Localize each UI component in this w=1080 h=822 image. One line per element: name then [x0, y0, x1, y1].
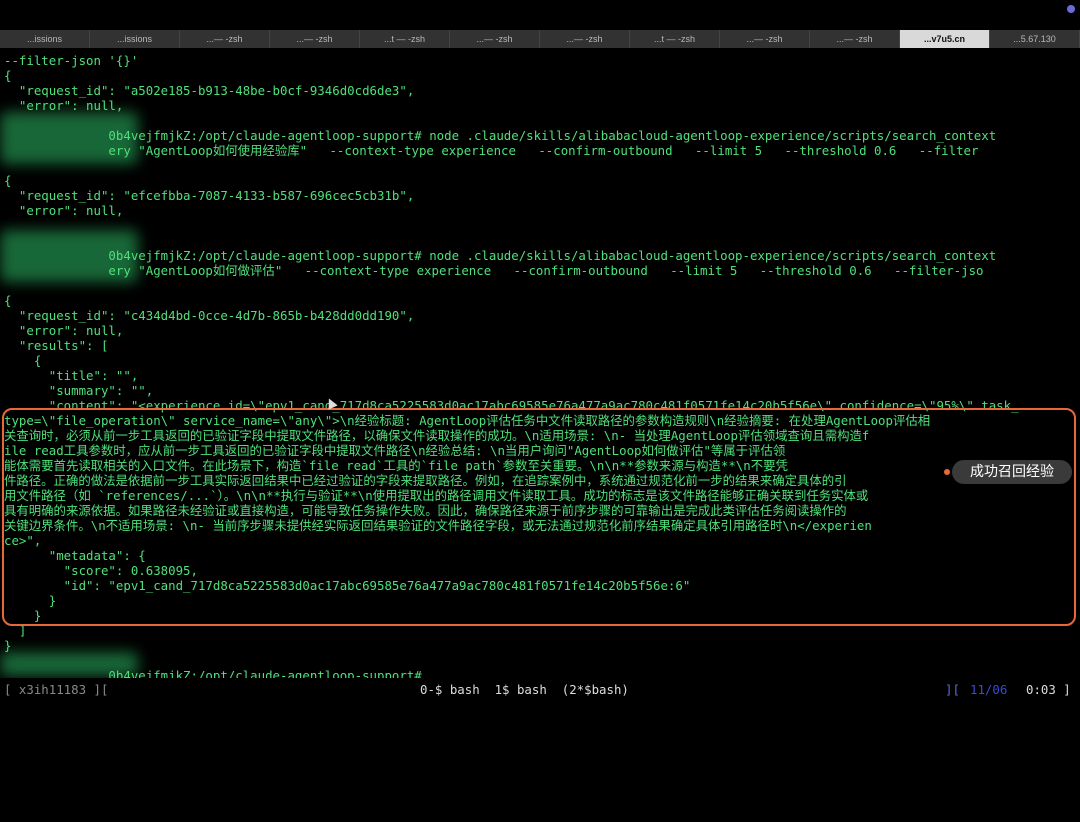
terminal-line: "request_id": "c434d4bd-0cce-4d7b-865b-b… — [4, 308, 415, 323]
window-list[interactable]: 0-$ bash 1$ bash (2*$bash) — [420, 678, 629, 702]
terminal-line: "summary": "", — [4, 383, 154, 398]
terminal-line: "results": [ — [4, 338, 109, 353]
terminal-tab[interactable]: ...— -zsh — [270, 30, 360, 48]
terminal-line: ery "AgentLoop如何做评估" --context-type expe… — [4, 263, 984, 278]
terminal-tab[interactable]: ...t — -zsh — [360, 30, 450, 48]
terminal-line: { — [4, 293, 12, 308]
tmux-status-bar: [ x3ih11183 ][ 0-$ bash 1$ bash (2*$bash… — [0, 678, 1080, 702]
terminal-line: 0b4vejfmjkZ:/opt/claude-agentloop-suppor… — [4, 668, 422, 678]
window-title-bar — [0, 0, 1080, 30]
terminal-line: "error": null, — [4, 98, 124, 113]
terminal-tab[interactable]: ...issions — [0, 30, 90, 48]
highlight-box — [2, 408, 1076, 626]
terminal-line: } — [4, 638, 12, 653]
terminal-tab[interactable]: ...t — -zsh — [630, 30, 720, 48]
terminal-line: "request_id": "efcefbba-7087-4133-b587-6… — [4, 188, 415, 203]
terminal-output[interactable]: --filter-json '{}'{ "request_id": "a502e… — [0, 48, 1080, 678]
notification-dot — [1067, 5, 1075, 13]
terminal-tab-bar: ...issions ...issions ...— -zsh ...— -zsh..… — [0, 30, 1080, 48]
status-date: 11/06 — [970, 682, 1008, 697]
callout-label: 成功召回经验 — [952, 460, 1072, 484]
terminal-tab[interactable]: ...v7u5.cn — [900, 30, 990, 48]
status-bracket: ][ — [945, 682, 960, 697]
terminal-tab[interactable]: ...issions — [90, 30, 180, 48]
terminal-line: { — [4, 68, 12, 83]
terminal-line: { — [4, 353, 42, 368]
terminal-line: 0b4vejfmjkZ:/opt/claude-agentloop-suppor… — [4, 128, 997, 143]
terminal-line: "request_id": "a502e185-b913-48be-b0cf-9… — [4, 83, 415, 98]
terminal-tab[interactable]: ...— -zsh — [180, 30, 270, 48]
terminal-line: --filter-json '{}' — [4, 53, 139, 68]
terminal-line: 0b4vejfmjkZ:/opt/claude-agentloop-suppor… — [4, 248, 997, 263]
terminal-line: "title": "", — [4, 368, 139, 383]
terminal-line: { — [4, 173, 12, 188]
terminal-tab[interactable]: ...— -zsh — [540, 30, 630, 48]
terminal-tab[interactable]: ...— -zsh — [720, 30, 810, 48]
status-time: 0:03 ] — [1026, 682, 1071, 697]
terminal-line: ery "AgentLoop如何使用经验库" --context-type ex… — [4, 143, 979, 158]
terminal-tab[interactable]: ...— -zsh — [810, 30, 900, 48]
session-name: [ x3ih11183 ][ — [4, 682, 109, 697]
terminal-line: "error": null, — [4, 323, 124, 338]
terminal-tab[interactable]: ...— -zsh — [450, 30, 540, 48]
terminal-line: "error": null, — [4, 203, 124, 218]
callout-pointer-dot — [944, 469, 950, 475]
terminal-tab[interactable]: ...5.67.130 — [990, 30, 1080, 48]
